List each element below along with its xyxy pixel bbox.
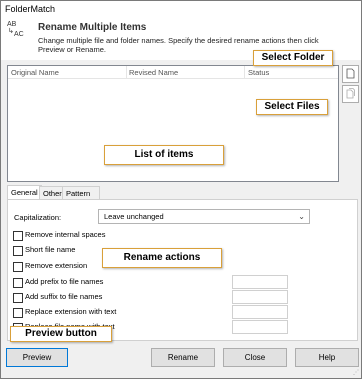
- option-label: Replace extension with text: [25, 307, 117, 316]
- annotation-rename-actions: Rename actions: [102, 248, 222, 268]
- icon-text-ab: AB: [7, 21, 17, 28]
- icon-text-ac: AC: [14, 31, 24, 38]
- suffix-text-input[interactable]: [232, 290, 288, 304]
- option-label: Short file name: [25, 245, 76, 254]
- capitalization-value: Leave unchanged: [104, 212, 164, 221]
- capitalization-select[interactable]: Leave unchanged ⌄: [98, 209, 310, 224]
- select-files-button[interactable]: [342, 85, 359, 103]
- column-separator: [244, 66, 245, 78]
- resize-grip-icon[interactable]: ⋰: [353, 370, 359, 376]
- checkbox[interactable]: [13, 293, 23, 303]
- tab-pattern-matching[interactable]: Pattern matching: [62, 186, 101, 211]
- select-folder-icon: [346, 68, 355, 79]
- annotation-select-files: Select Files: [256, 99, 328, 115]
- column-original-name[interactable]: Original Name: [11, 68, 59, 77]
- rename-app-icon: AB ↳ AC: [7, 21, 29, 43]
- file-name-text-input[interactable]: [232, 320, 288, 334]
- tab-general[interactable]: General: [7, 185, 42, 200]
- annotation-preview-button: Preview button: [10, 326, 112, 342]
- list-header: Original Name Revised Name Status: [8, 66, 338, 79]
- prefix-text-input[interactable]: [232, 275, 288, 289]
- checkbox[interactable]: [13, 308, 23, 318]
- capitalization-label: Capitalization:: [14, 213, 62, 222]
- annotation-select-folder: Select Folder: [253, 50, 333, 66]
- column-revised-name[interactable]: Revised Name: [129, 68, 178, 77]
- checkbox[interactable]: [13, 262, 23, 272]
- select-folder-button[interactable]: [342, 65, 359, 83]
- close-button[interactable]: Close: [223, 348, 287, 367]
- option-label: Remove internal spaces: [25, 230, 106, 239]
- rename-button[interactable]: Rename: [151, 348, 215, 367]
- option-label: Remove extension: [25, 261, 88, 270]
- icon-arrow: ↳: [8, 28, 14, 35]
- column-separator: [126, 66, 127, 78]
- column-status[interactable]: Status: [248, 68, 269, 77]
- chevron-down-icon: ⌄: [298, 212, 305, 221]
- general-tab-panel: Capitalization: Leave unchanged ⌄ Remove…: [7, 199, 358, 341]
- window-title: FolderMatch: [5, 4, 56, 14]
- option-label: Add suffix to file names: [25, 292, 103, 301]
- annotation-list-of-items: List of items: [104, 145, 224, 165]
- extension-text-input[interactable]: [232, 305, 288, 319]
- option-label: Add prefix to file names: [25, 277, 104, 286]
- title-bar: FolderMatch: [1, 1, 361, 18]
- select-files-icon: [346, 88, 355, 99]
- checkbox[interactable]: [13, 278, 23, 288]
- checkbox[interactable]: [13, 231, 23, 241]
- dialog-title: Rename Multiple Items: [38, 22, 147, 33]
- preview-button[interactable]: Preview: [6, 348, 68, 367]
- checkbox[interactable]: [13, 246, 23, 256]
- help-button[interactable]: Help: [295, 348, 359, 367]
